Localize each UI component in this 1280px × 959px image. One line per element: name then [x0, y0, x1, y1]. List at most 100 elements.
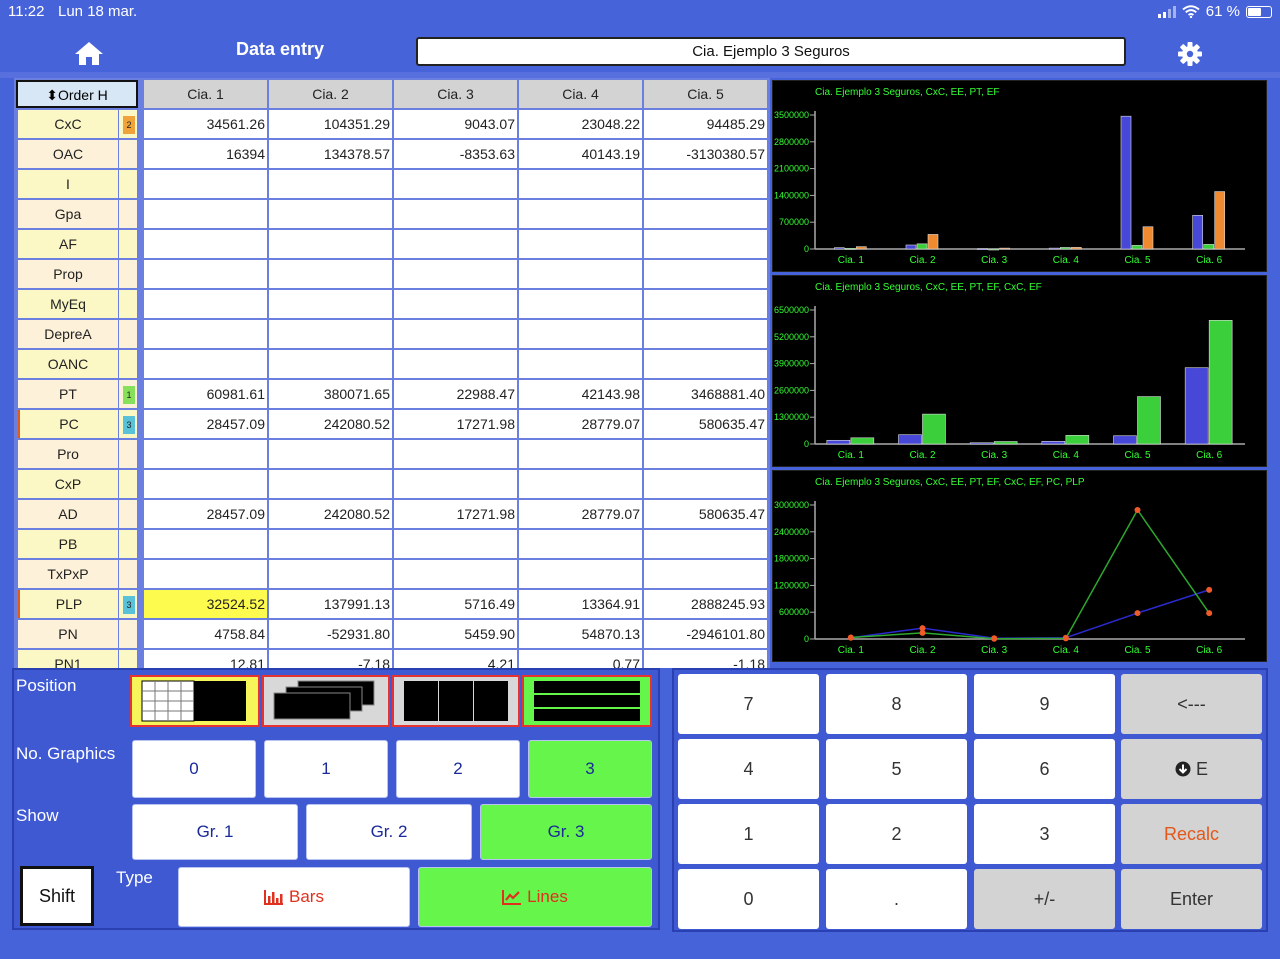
data-cell[interactable]: 134378.57 — [269, 140, 392, 168]
key-6[interactable]: 6 — [974, 739, 1115, 799]
backspace-key[interactable]: <--- — [1121, 674, 1262, 734]
graphics-2-button[interactable]: 2 — [396, 740, 520, 798]
data-cell[interactable] — [394, 440, 517, 468]
decimal-key[interactable]: . — [826, 869, 967, 929]
sign-key[interactable]: +/- — [974, 869, 1115, 929]
row-order-cell[interactable] — [119, 440, 137, 468]
data-cell[interactable] — [144, 440, 267, 468]
row-label[interactable]: PT — [18, 380, 118, 408]
row-order-cell[interactable] — [119, 350, 137, 378]
row-label[interactable]: I — [18, 170, 118, 198]
data-cell[interactable] — [519, 200, 642, 228]
data-cell[interactable] — [644, 530, 767, 558]
data-cell[interactable] — [394, 260, 517, 288]
data-cell[interactable]: 3468881.40 — [644, 380, 767, 408]
data-cell[interactable] — [269, 530, 392, 558]
data-cell[interactable]: 16394 — [144, 140, 267, 168]
key-3[interactable]: 3 — [974, 804, 1115, 864]
data-cell[interactable]: -52931.80 — [269, 620, 392, 648]
data-cell[interactable]: 4.21 — [394, 650, 517, 668]
data-cell[interactable] — [644, 290, 767, 318]
graphics-3-button[interactable]: 3 — [528, 740, 652, 798]
data-cell[interactable]: 17271.98 — [394, 500, 517, 528]
data-cell[interactable] — [144, 290, 267, 318]
data-cell[interactable] — [394, 350, 517, 378]
data-cell[interactable]: -7.18 — [269, 650, 392, 668]
row-order-cell[interactable] — [119, 290, 137, 318]
data-cell[interactable] — [519, 320, 642, 348]
data-cell[interactable] — [269, 320, 392, 348]
row-label[interactable]: Prop — [18, 260, 118, 288]
row-label[interactable]: CxP — [18, 470, 118, 498]
key-9[interactable]: 9 — [974, 674, 1115, 734]
enter-key[interactable]: Enter — [1121, 869, 1262, 929]
exponent-key[interactable]: E — [1121, 739, 1262, 799]
data-cell[interactable] — [269, 470, 392, 498]
data-cell[interactable] — [144, 560, 267, 588]
data-cell[interactable] — [269, 230, 392, 258]
data-cell[interactable]: 4758.84 — [144, 620, 267, 648]
row-label[interactable]: Gpa — [18, 200, 118, 228]
data-cell[interactable] — [644, 320, 767, 348]
data-cell[interactable]: -2946101.80 — [644, 620, 767, 648]
data-cell[interactable] — [394, 530, 517, 558]
data-cell[interactable] — [144, 170, 267, 198]
data-cell[interactable] — [519, 530, 642, 558]
data-cell[interactable]: 60981.61 — [144, 380, 267, 408]
show-gr3-button[interactable]: Gr. 3 — [480, 804, 652, 860]
shift-button[interactable]: Shift — [20, 866, 94, 926]
data-cell[interactable]: 28457.09 — [144, 500, 267, 528]
data-cell[interactable] — [519, 350, 642, 378]
data-cell[interactable] — [144, 530, 267, 558]
data-cell[interactable] — [394, 320, 517, 348]
data-cell[interactable]: 12.81 — [144, 650, 267, 668]
data-cell[interactable]: 32524.52 — [144, 590, 267, 618]
row-label[interactable]: AF — [18, 230, 118, 258]
show-gr1-button[interactable]: Gr. 1 — [132, 804, 298, 860]
data-cell[interactable] — [519, 470, 642, 498]
data-cell[interactable] — [269, 440, 392, 468]
graphics-1-button[interactable]: 1 — [264, 740, 388, 798]
data-cell[interactable] — [644, 230, 767, 258]
row-order-cell[interactable]: 3 — [119, 410, 137, 438]
graphics-0-button[interactable]: 0 — [132, 740, 256, 798]
position-option-stacked[interactable] — [262, 675, 390, 727]
row-label[interactable]: PLP — [18, 590, 118, 618]
data-cell[interactable]: -8353.63 — [394, 140, 517, 168]
data-cell[interactable] — [519, 290, 642, 318]
data-cell[interactable]: 380071.65 — [269, 380, 392, 408]
key-7[interactable]: 7 — [678, 674, 819, 734]
data-cell[interactable] — [519, 440, 642, 468]
data-cell[interactable]: 22988.47 — [394, 380, 517, 408]
data-cell[interactable] — [144, 350, 267, 378]
data-cell[interactable] — [394, 230, 517, 258]
row-label[interactable]: PN1 — [18, 650, 118, 668]
row-order-cell[interactable] — [119, 650, 137, 668]
data-cell[interactable] — [644, 470, 767, 498]
home-icon[interactable] — [72, 38, 106, 68]
data-cell[interactable]: 23048.22 — [519, 110, 642, 138]
row-label[interactable]: MyEq — [18, 290, 118, 318]
key-2[interactable]: 2 — [826, 804, 967, 864]
row-label[interactable]: Pro — [18, 440, 118, 468]
data-cell[interactable]: 580635.47 — [644, 410, 767, 438]
position-option-side[interactable] — [130, 675, 260, 727]
data-cell[interactable] — [144, 200, 267, 228]
data-cell[interactable]: 28779.07 — [519, 500, 642, 528]
data-cell[interactable]: 13364.91 — [519, 590, 642, 618]
data-cell[interactable]: 42143.98 — [519, 380, 642, 408]
key-8[interactable]: 8 — [826, 674, 967, 734]
row-order-cell[interactable] — [119, 320, 137, 348]
data-cell[interactable] — [394, 470, 517, 498]
row-order-cell[interactable]: 1 — [119, 380, 137, 408]
row-order-cell[interactable]: 2 — [119, 110, 137, 138]
row-label[interactable]: AD — [18, 500, 118, 528]
show-gr2-button[interactable]: Gr. 2 — [306, 804, 472, 860]
data-cell[interactable] — [269, 560, 392, 588]
data-cell[interactable] — [144, 230, 267, 258]
data-cell[interactable] — [644, 440, 767, 468]
key-0[interactable]: 0 — [678, 869, 819, 929]
row-label[interactable]: TxPxP — [18, 560, 118, 588]
row-label[interactable]: OANC — [18, 350, 118, 378]
data-cell[interactable]: 137991.13 — [269, 590, 392, 618]
